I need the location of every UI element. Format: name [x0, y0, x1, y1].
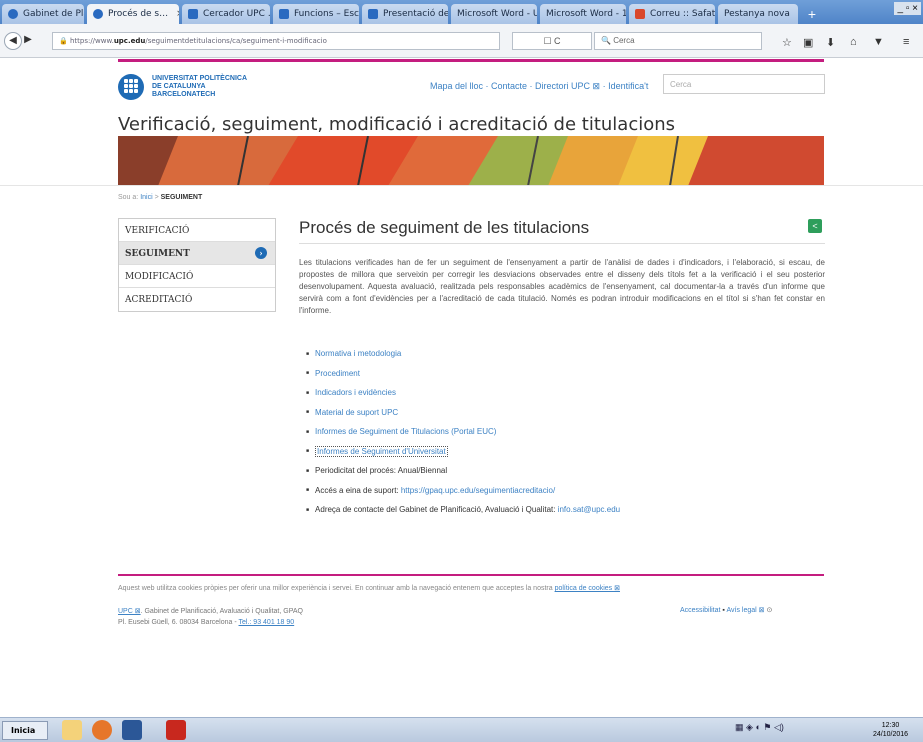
- doc-favicon-icon: [188, 9, 198, 19]
- footer-address: UPC ⊠. Gabinet de Planificació, Avaluaci…: [118, 608, 303, 626]
- scroll-top-icon[interactable]: ⊙: [766, 607, 772, 614]
- word-icon[interactable]: [122, 720, 142, 740]
- link-material-suport[interactable]: Material de suport UPC: [315, 408, 398, 417]
- browser-tab-strip: Gabinet de Plani… Procés de s…× Cercador…: [0, 0, 923, 24]
- footer-right-links: Accessibilitat ▪ Avís legal ⊠ ⊙: [680, 607, 773, 614]
- network-icon[interactable]: ▦: [735, 722, 746, 732]
- link-informes-universitat[interactable]: Informes de Seguiment d'Universitat: [317, 447, 446, 456]
- browser-tab[interactable]: Cercador UPC …: [182, 4, 270, 24]
- list-item: Periodicitat del procés: Anual/Biennal: [306, 466, 826, 486]
- search-icon: 🔍: [601, 36, 614, 45]
- browser-tab[interactable]: Correu :: Safat…: [629, 4, 715, 24]
- upc-link[interactable]: UPC ⊠: [118, 608, 141, 615]
- new-tab-button[interactable]: +: [801, 4, 823, 24]
- system-tray: ▦ ◈ ◐ ⚑ ◁): [735, 722, 784, 733]
- accessibility-link[interactable]: Accessibilitat: [680, 607, 720, 614]
- header-separator: [0, 185, 923, 186]
- breadcrumb-current: SEGUIMENT: [160, 194, 203, 201]
- site-search-input[interactable]: Cerca: [663, 74, 825, 94]
- star-icon[interactable]: ☆: [782, 36, 792, 49]
- os-taskbar: Inicia ▦ ◈ ◐ ⚑ ◁) 12:30 24/10/2016: [0, 717, 923, 742]
- start-button[interactable]: Inicia: [2, 721, 48, 740]
- list-item: Adreça de contacte del Gabinet de Planif…: [306, 505, 826, 525]
- flag-icon[interactable]: ⚑: [763, 722, 774, 732]
- legal-link[interactable]: Avís legal ⊠: [726, 607, 764, 614]
- breadcrumb-home-link[interactable]: Inici: [140, 194, 152, 201]
- page-title: Procés de seguiment de les titulacions: [299, 218, 590, 237]
- list-item: Accés a eina de suport: https://gpaq.upc…: [306, 486, 826, 506]
- taskbar-clock[interactable]: 12:30 24/10/2016: [873, 721, 908, 739]
- browser-search-input[interactable]: 🔍 Cerca: [594, 32, 762, 50]
- menu-icon[interactable]: ≡: [903, 36, 909, 48]
- close-tab-icon[interactable]: ×: [176, 9, 179, 19]
- sidenav-item-verificacio[interactable]: VERIFICACIÓ: [119, 219, 275, 242]
- forward-button[interactable]: ▶: [22, 32, 34, 50]
- volume-icon[interactable]: ◁): [774, 722, 784, 732]
- header-links[interactable]: Mapa del lloc · Contacte · Directori UPC…: [430, 81, 648, 92]
- list-item: Procediment: [306, 369, 826, 389]
- link-eina-suport[interactable]: https://gpaq.upc.edu/seguimentiacreditac…: [401, 486, 555, 495]
- address-bar[interactable]: 🔒 https://www.upc.edu/seguimentdetitulac…: [52, 32, 500, 50]
- link-indicadors[interactable]: Indicadors i evidències: [315, 388, 396, 397]
- cookies-policy-link[interactable]: política de cookies ⊠: [555, 585, 620, 592]
- share-icon[interactable]: <: [808, 219, 822, 233]
- list-item: Informes de Seguiment de Titulacions (Po…: [306, 427, 826, 447]
- browser-tab[interactable]: Presentació del …: [362, 4, 448, 24]
- doc-favicon-icon: [368, 9, 378, 19]
- upc-logo[interactable]: UNIVERSITAT POLITÈCNICA DE CATALUNYA BAR…: [118, 74, 247, 100]
- acrobat-icon[interactable]: [166, 720, 186, 740]
- cookie-notice: Aquest web utilitza cookies pròpies per …: [118, 585, 620, 592]
- top-accent-bar: [118, 59, 824, 62]
- phone-link[interactable]: Tel.: 93 401 18 90: [239, 619, 295, 626]
- list-item: Informes de Seguiment d'Universitat: [306, 445, 826, 467]
- sidenav-item-acreditacio[interactable]: ACREDITACIÓ: [119, 288, 275, 311]
- window-controls[interactable]: _ ▫ ×: [894, 2, 921, 15]
- browser-tab[interactable]: Gabinet de Plani…: [2, 4, 84, 24]
- chevron-right-icon: ›: [255, 247, 267, 259]
- back-button[interactable]: ◀: [4, 31, 22, 50]
- lock-icon: 🔒: [59, 37, 70, 45]
- doc-favicon-icon: [279, 9, 289, 19]
- reading-list-icon[interactable]: ▣: [803, 36, 813, 49]
- upc-logo-mark: [118, 74, 144, 100]
- title-divider: [299, 243, 825, 244]
- breadcrumb: Sou a: Inici > SEGUIMENT: [118, 194, 203, 201]
- web-page: UNIVERSITAT POLITÈCNICA DE CATALUNYA BAR…: [0, 59, 923, 717]
- intro-paragraph: Les titulacions verificades han de fer u…: [299, 258, 825, 315]
- browser-nav-bar: ◀ ▶ 🔒 https://www.upc.edu/seguimentdetit…: [0, 24, 923, 58]
- browser-tab[interactable]: Funcions – Esc…: [273, 4, 359, 24]
- site-title: Verificació, seguiment, modificació i ac…: [118, 114, 676, 135]
- list-item: Normativa i metodologia: [306, 349, 826, 369]
- upc-favicon-icon: [8, 9, 18, 19]
- list-item: Material de suport UPC: [306, 408, 826, 428]
- sidenav-item-modificacio[interactable]: MODIFICACIÓ: [119, 265, 275, 288]
- sidenav-item-seguiment[interactable]: SEGUIMENT ›: [119, 242, 275, 265]
- side-navigation: VERIFICACIÓ SEGUIMENT › MODIFICACIÓ ACRED…: [118, 218, 276, 312]
- link-email-contact[interactable]: info.sat@upc.edu: [558, 505, 620, 514]
- resource-link-list: Normativa i metodologia Procediment Indi…: [306, 349, 826, 525]
- upc-favicon-icon: [93, 9, 103, 19]
- download-icon[interactable]: ⬇: [826, 36, 835, 49]
- browser-tab[interactable]: Pestanya nova: [718, 4, 798, 24]
- browser-tab[interactable]: Microsoft Word - 15…: [540, 4, 626, 24]
- firefox-icon[interactable]: [92, 720, 112, 740]
- header-banner-image: [118, 136, 824, 186]
- mail-favicon-icon: [635, 9, 645, 19]
- browser-tab-active[interactable]: Procés de s…×: [87, 4, 179, 24]
- browser-tab[interactable]: Microsoft Word - UP…: [451, 4, 537, 24]
- reload-button[interactable]: ☐ C: [512, 32, 592, 50]
- footer-accent-bar: [118, 574, 824, 576]
- home-icon[interactable]: ⌂: [850, 36, 857, 48]
- list-item: Indicadors i evidències: [306, 388, 826, 408]
- link-informes-titulacions[interactable]: Informes de Seguiment de Titulacions (Po…: [315, 427, 496, 436]
- pocket-icon[interactable]: ▼: [873, 36, 884, 48]
- link-procediment[interactable]: Procediment: [315, 369, 360, 378]
- link-normativa[interactable]: Normativa i metodologia: [315, 349, 401, 358]
- folder-icon[interactable]: [62, 720, 82, 740]
